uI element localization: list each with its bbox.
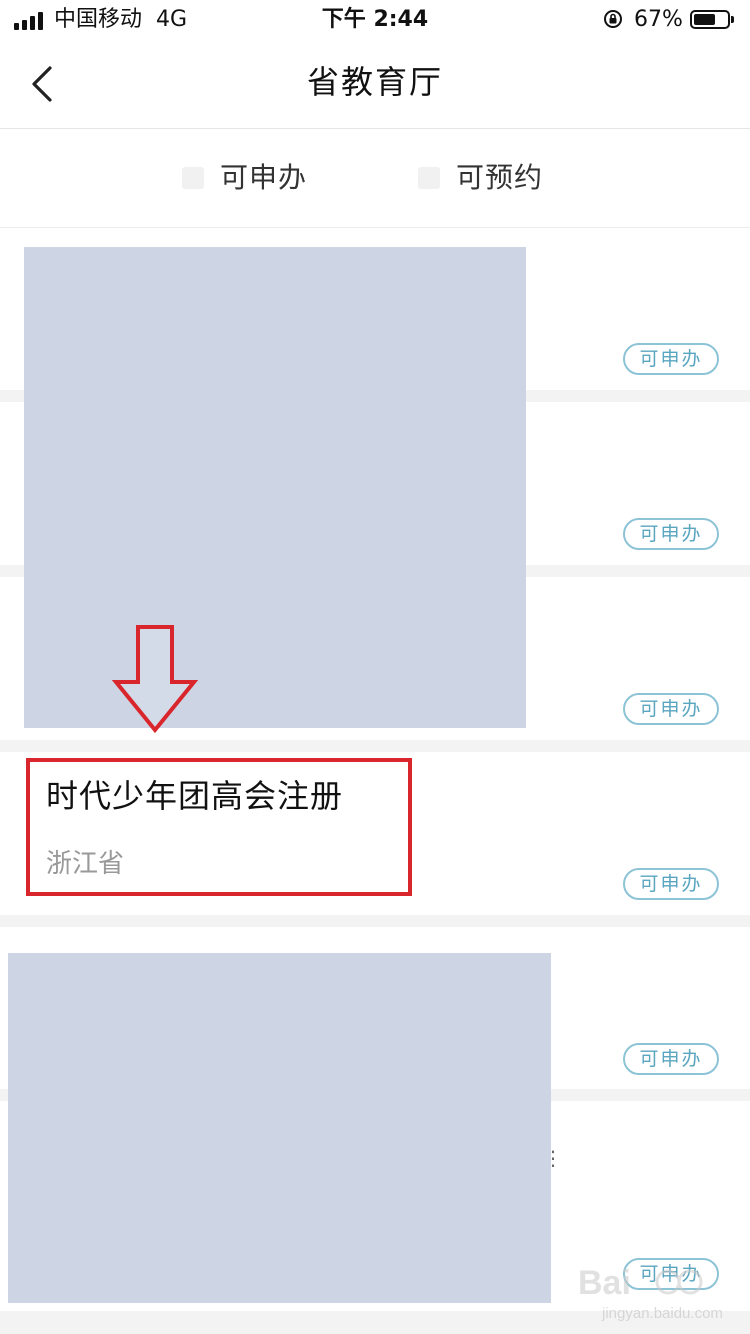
redaction-mask: [24, 247, 526, 728]
status-badge: 可申办: [623, 868, 719, 900]
down-arrow-icon: [112, 625, 198, 734]
baidu-watermark-logo: Bai jingyan.baidu.com: [578, 1264, 723, 1322]
stray-mark: ⋮: [543, 1146, 563, 1170]
filter-bar: [0, 129, 750, 228]
watermark-brand: Bai: [578, 1264, 631, 1302]
battery-cap: [731, 16, 734, 23]
filter-label: 可预约: [456, 161, 544, 194]
checkbox-can-apply[interactable]: [182, 167, 204, 189]
redaction-mask: [8, 953, 551, 1303]
filter-can-apply[interactable]: 可申办: [182, 158, 307, 198]
highlight-box: [26, 758, 412, 896]
status-bar: 中国移动 4G 下午 2:44 67%: [0, 0, 750, 40]
list-divider: [0, 740, 750, 752]
status-badge: 可申办: [623, 1043, 719, 1075]
battery-icon: [690, 10, 730, 29]
filter-can-book[interactable]: 可预约: [418, 158, 543, 198]
status-badge: 可申办: [623, 518, 719, 550]
filter-label: 可申办: [220, 161, 308, 194]
status-badge: 可申办: [623, 693, 719, 725]
page-title: 省教育厅: [306, 63, 443, 101]
list-divider: [0, 915, 750, 927]
battery-percentage: 67%: [634, 7, 683, 32]
watermark-url: jingyan.baidu.com: [601, 1305, 723, 1322]
checkbox-can-book[interactable]: [418, 167, 440, 189]
rotation-lock-icon: [604, 10, 622, 28]
status-badge: 可申办: [623, 343, 719, 375]
